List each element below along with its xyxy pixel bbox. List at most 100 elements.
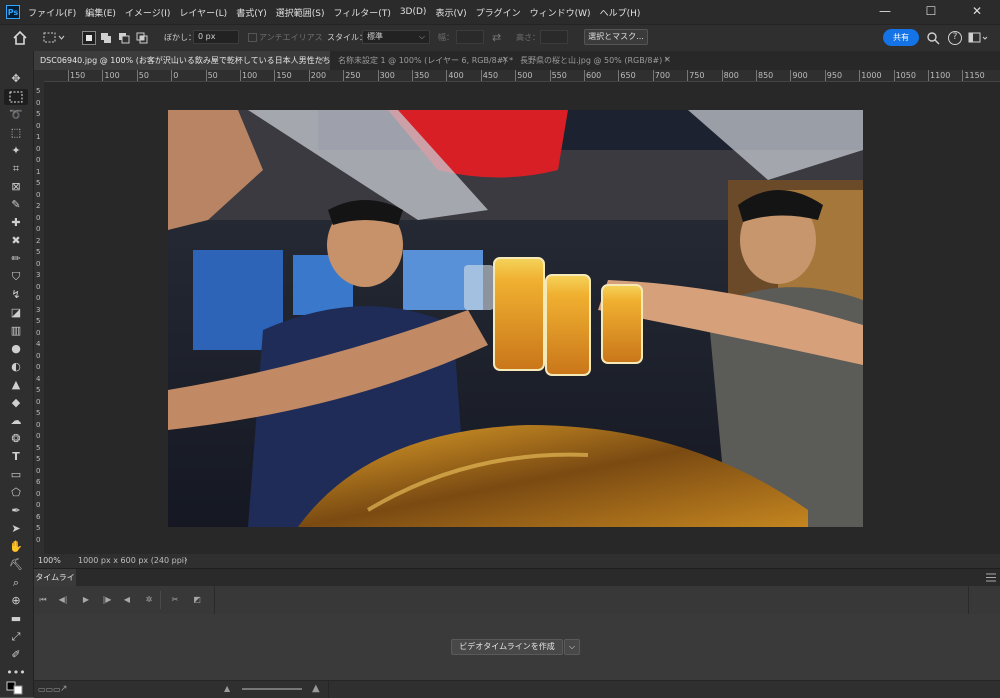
- eraser-icon[interactable]: ◪: [4, 305, 28, 321]
- foreground-background-colors[interactable]: [6, 681, 26, 695]
- width-input[interactable]: [456, 30, 484, 44]
- direct-select-icon[interactable]: ◆: [4, 395, 28, 411]
- status-arrow-icon[interactable]: ›: [184, 555, 188, 565]
- document-photo[interactable]: [168, 110, 863, 527]
- panel-menu-icon[interactable]: [986, 573, 996, 582]
- brush-tool-icon[interactable]: ✏: [4, 251, 28, 267]
- menu-select[interactable]: 選択範囲(S): [276, 6, 325, 19]
- ruler-label: 0: [36, 535, 41, 544]
- menu-image[interactable]: イメージ(I): [125, 6, 171, 19]
- split-scissors-icon[interactable]: ✂: [168, 593, 182, 607]
- sponge-tool-icon[interactable]: ❂: [4, 431, 28, 447]
- create-video-timeline-button[interactable]: ビデオタイムラインを作成: [451, 639, 563, 655]
- custom-shape-icon[interactable]: ⬠: [4, 485, 28, 501]
- height-input[interactable]: [540, 30, 568, 44]
- menu-file[interactable]: ファイル(F): [28, 6, 76, 19]
- style-select[interactable]: 標準 ⌵: [362, 30, 430, 44]
- zoom-level[interactable]: 100%: [38, 556, 61, 565]
- smudge-tool-icon[interactable]: ☁: [4, 413, 28, 429]
- move-tool-icon[interactable]: ✥: [4, 71, 28, 87]
- menu-view[interactable]: 表示(V): [435, 6, 466, 19]
- blur-tool-icon[interactable]: ●: [4, 341, 28, 357]
- previous-frame-icon[interactable]: ◀|: [56, 593, 70, 607]
- home-icon[interactable]: [12, 30, 28, 46]
- gradient-tool-icon[interactable]: ▥: [4, 323, 28, 339]
- subtract-selection-icon[interactable]: [117, 31, 131, 45]
- ruler-tick: [205, 70, 207, 81]
- close-tab-icon[interactable]: ×: [501, 51, 509, 70]
- feather-input[interactable]: 0 px: [193, 30, 239, 44]
- eyedropper-icon[interactable]: ✎: [4, 197, 28, 213]
- menu-plugins[interactable]: プラグイン: [476, 6, 521, 19]
- close-window-button[interactable]: ✕: [954, 0, 1000, 24]
- zoom-tool-icon[interactable]: ⌕: [4, 575, 28, 591]
- next-frame-icon[interactable]: |▶: [100, 593, 114, 607]
- frame-rate-icon[interactable]: ▭▭▭: [38, 685, 61, 694]
- remove-tool-icon[interactable]: ✖: [4, 233, 28, 249]
- tab-untitled-1[interactable]: 名称未設定 1 @ 100% (レイヤー 6, RGB/8#) * ×: [332, 51, 514, 70]
- tab-timeline[interactable]: タイムライン: [34, 569, 76, 600]
- add-selection-icon[interactable]: [99, 31, 113, 45]
- timeline-zoom-slider[interactable]: [242, 688, 302, 690]
- ruler-tool-icon[interactable]: ▬: [4, 611, 28, 627]
- lasso-tool-icon[interactable]: ➰: [4, 107, 28, 123]
- divider: [968, 586, 969, 614]
- tab-label: 長野県の桜と山.jpg @ 50% (RGB/8#) *: [520, 56, 669, 65]
- menu-layer[interactable]: レイヤー(L): [179, 6, 227, 19]
- menu-3d[interactable]: 3D(D): [400, 7, 427, 17]
- workspace-icon[interactable]: [968, 31, 990, 45]
- zoom-in-icon[interactable]: ▲: [312, 683, 320, 694]
- help-icon[interactable]: ?: [948, 31, 962, 45]
- render-video-icon[interactable]: ↗: [60, 684, 68, 694]
- color-sampler-icon[interactable]: ⤢: [4, 629, 28, 645]
- crop-tool-icon[interactable]: ⌗: [4, 161, 28, 177]
- path-selection-icon[interactable]: ➤: [4, 521, 28, 537]
- frame-tool-icon[interactable]: ⊠: [4, 179, 28, 195]
- pen-path-icon[interactable]: ✒: [4, 503, 28, 519]
- tab-nagano[interactable]: 長野県の桜と山.jpg @ 50% (RGB/8#) * ×: [514, 51, 676, 70]
- menu-window[interactable]: ウィンドウ(W): [530, 6, 591, 19]
- marquee-preset-icon[interactable]: [42, 31, 66, 45]
- antialias-checkbox[interactable]: [248, 33, 257, 42]
- first-frame-icon[interactable]: ⏮: [36, 593, 50, 607]
- timeline-mode-dropdown[interactable]: ⌵: [564, 639, 580, 655]
- settings-gear-icon[interactable]: ✲: [142, 593, 156, 607]
- maximize-button[interactable]: ☐: [908, 0, 954, 24]
- note-tool-icon[interactable]: ✐: [4, 647, 28, 663]
- ruler-label: 6: [36, 512, 41, 521]
- search-icon[interactable]: [926, 31, 940, 45]
- healing-brush-icon[interactable]: ✚: [4, 215, 28, 231]
- swap-icon[interactable]: ⇄: [492, 31, 506, 45]
- close-tab-icon[interactable]: ×: [663, 51, 671, 70]
- menu-filter[interactable]: フィルター(T): [333, 6, 390, 19]
- minimize-button[interactable]: —: [862, 0, 908, 24]
- dodge-tool-icon[interactable]: ◐: [4, 359, 28, 375]
- menu-help[interactable]: ヘルプ(H): [600, 6, 641, 19]
- menu-type[interactable]: 書式(Y): [236, 6, 267, 19]
- close-tab-icon[interactable]: ×: [317, 51, 325, 70]
- rectangular-marquee-tool-icon[interactable]: [4, 89, 28, 105]
- history-brush-icon[interactable]: ↯: [4, 287, 28, 303]
- select-and-mask-button[interactable]: 選択とマスク...: [584, 29, 648, 45]
- rectangle-tool-icon[interactable]: ▭: [4, 467, 28, 483]
- transition-icon[interactable]: ◩: [190, 593, 204, 607]
- content-aware-icon[interactable]: ⊕: [4, 593, 28, 609]
- new-selection-icon[interactable]: [82, 31, 96, 45]
- play-icon[interactable]: ▶: [79, 593, 93, 607]
- magic-wand-icon[interactable]: ✦: [4, 143, 28, 159]
- intersect-selection-icon[interactable]: [135, 31, 149, 45]
- more-tools-icon[interactable]: •••: [4, 665, 28, 681]
- share-button[interactable]: 共有: [883, 29, 919, 46]
- pen-tool-icon[interactable]: ▲: [4, 377, 28, 393]
- clone-stamp-icon[interactable]: ⛉: [4, 269, 28, 285]
- paint-bucket-icon[interactable]: ⛏: [4, 557, 28, 573]
- ruler-tick: [824, 70, 826, 81]
- menu-edit[interactable]: 編集(E): [85, 6, 116, 19]
- audio-icon[interactable]: ◀: [120, 593, 134, 607]
- hand-tool-icon[interactable]: ✋: [4, 539, 28, 555]
- zoom-out-icon[interactable]: ▲: [224, 684, 230, 693]
- type-tool-icon[interactable]: T: [4, 449, 28, 465]
- tab-dsc06940[interactable]: DSC06940.jpg @ 100% (お客が沢山いる飲み屋で乾杯している日本…: [34, 51, 330, 70]
- horizontal-ruler[interactable]: 150 100 50 0 50 100 150 200 250 300 350 400 450 500 55…: [44, 70, 1000, 82]
- object-selection-tool-icon[interactable]: ⬚: [4, 125, 28, 141]
